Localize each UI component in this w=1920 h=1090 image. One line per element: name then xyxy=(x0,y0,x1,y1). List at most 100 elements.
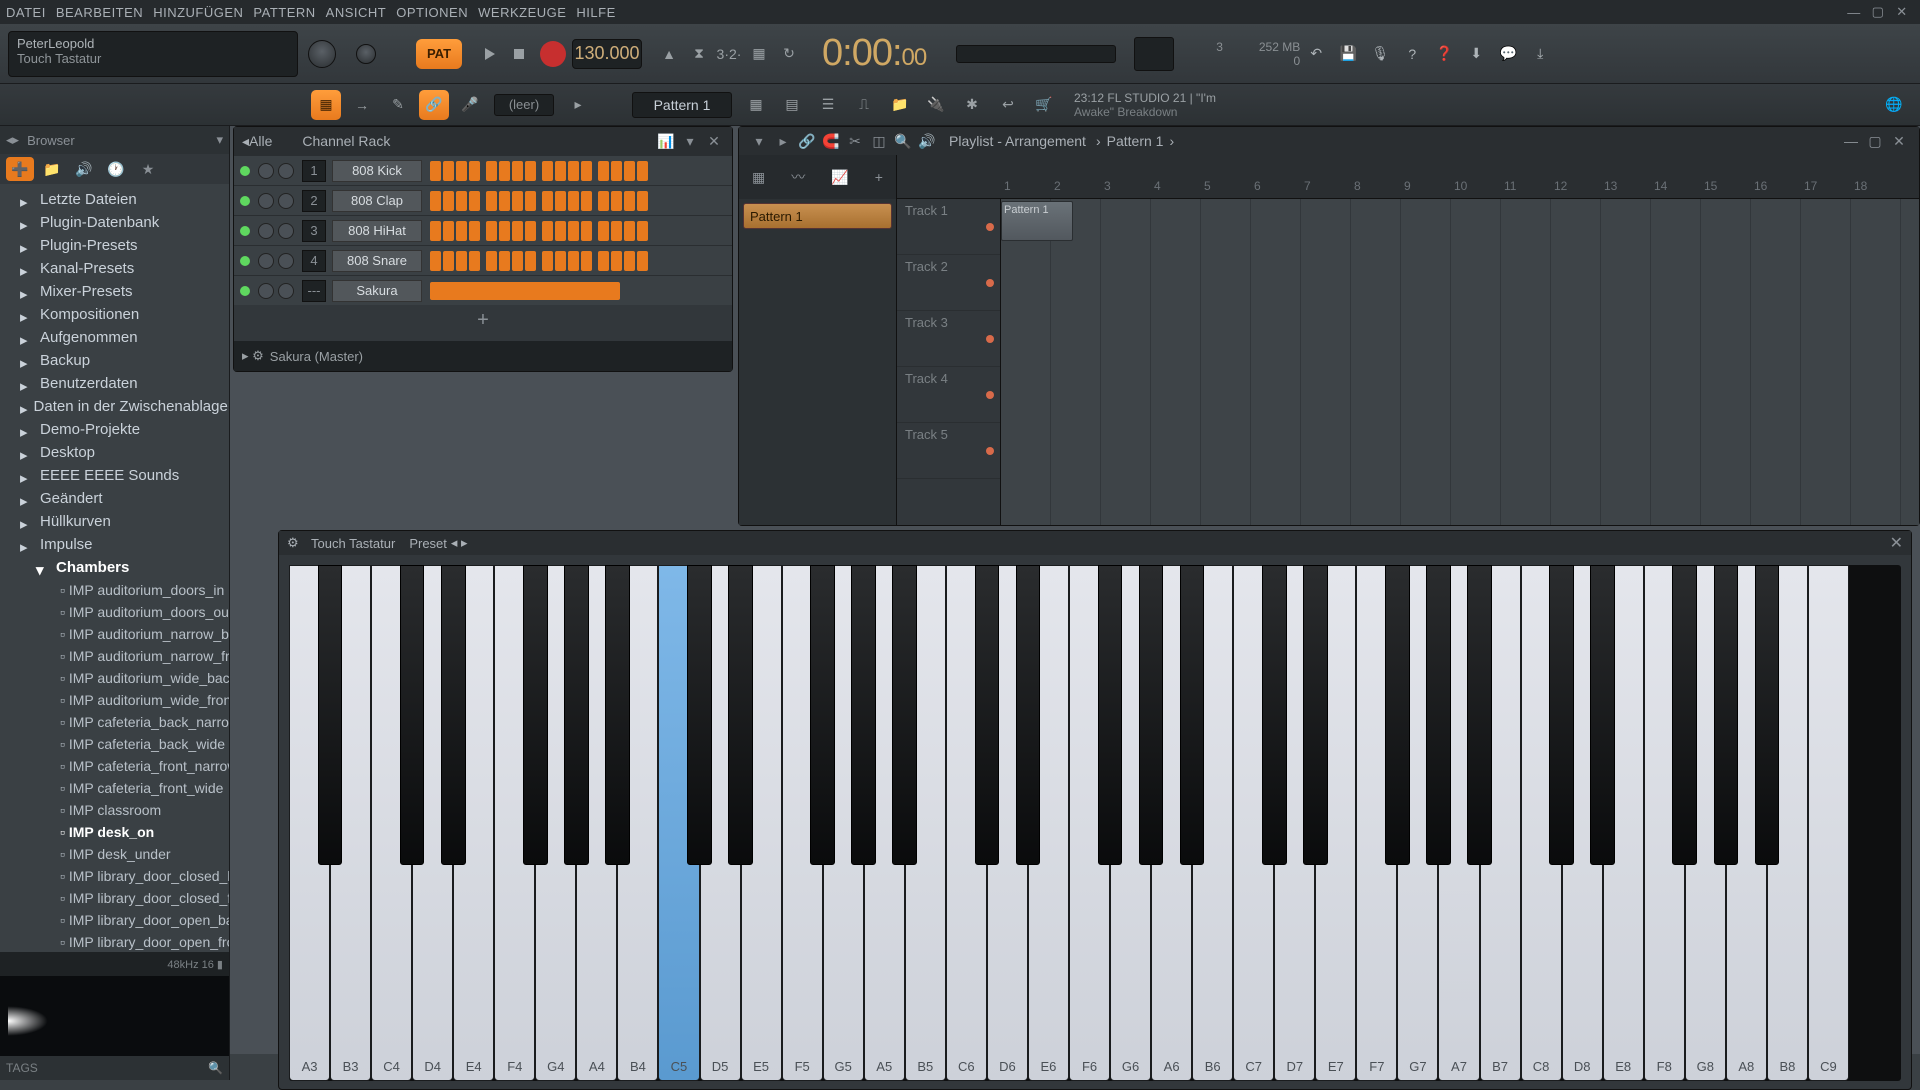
browser-subitem[interactable]: ▫ IMP auditorium_wide_front xyxy=(0,689,229,711)
browser-subitem[interactable]: ▫ IMP auditorium_doors_out xyxy=(0,601,229,623)
piano-black-key[interactable] xyxy=(1180,565,1205,865)
main-volume-knob[interactable] xyxy=(308,40,336,68)
browser-subitem[interactable]: ▫ IMP auditorium_narrow_back xyxy=(0,623,229,645)
menu-optionen[interactable]: OPTIONEN xyxy=(396,5,468,20)
piano-white-key-C9[interactable]: C9 xyxy=(1808,565,1849,1081)
song-progress[interactable] xyxy=(956,45,1116,63)
piano-black-key[interactable] xyxy=(1590,565,1615,865)
main-pitch-knob[interactable] xyxy=(356,44,376,64)
channel-rack-window[interactable]: ◂ Alle Channel Rack 📊 ▾ ✕ 1808 Kick2808 … xyxy=(233,126,733,372)
browser-clock-icon[interactable]: 🕐 xyxy=(102,157,130,181)
browser-star-icon[interactable]: ★ xyxy=(134,157,162,181)
browser-tree[interactable]: ▸Letzte Dateien▸Plugin-Datenbank▸Plugin-… xyxy=(0,184,229,952)
browser-item[interactable]: ▸Desktop xyxy=(0,441,229,464)
globe-icon[interactable]: 🌐 xyxy=(1879,90,1909,120)
piano-black-key[interactable] xyxy=(851,565,876,865)
sakura-wrapper-label[interactable]: ▸ ⚙ Sakura (Master) xyxy=(234,341,732,371)
link-button[interactable]: 🔗 xyxy=(419,90,449,120)
browser-add-icon[interactable]: ➕ xyxy=(6,157,34,181)
view-browser-button[interactable]: 📁 xyxy=(885,90,915,120)
piano-black-key[interactable] xyxy=(1385,565,1410,865)
playlist-button[interactable]: ▦ xyxy=(311,90,341,120)
keyboard-close-icon[interactable]: ✕ xyxy=(1890,533,1903,553)
playlist-maximize-icon[interactable]: ▢ xyxy=(1865,131,1885,151)
playlist-track-header[interactable]: Track 4 xyxy=(897,367,1000,423)
browser-subitem[interactable]: ▫ IMP auditorium_doors_in xyxy=(0,579,229,601)
channel-add-button[interactable]: + xyxy=(234,305,732,335)
browser-item[interactable]: ▸Daten in der Zwischenablage xyxy=(0,395,229,418)
menu-hinzufuegen[interactable]: HINZUFÜGEN xyxy=(153,5,243,20)
shop-button[interactable]: 🛒 xyxy=(1029,90,1059,120)
export-icon[interactable]: ⬇ xyxy=(1463,41,1489,67)
browser-item-chambers[interactable]: ▾Chambers xyxy=(0,556,229,579)
menu-bar[interactable]: DATEI BEARBEITEN HINZUFÜGEN PATTERN ANSI… xyxy=(0,0,1920,24)
window-maximize[interactable]: ▢ xyxy=(1866,2,1890,22)
tempo-display[interactable]: 130.000 xyxy=(572,39,642,69)
menu-bearbeiten[interactable]: BEARBEITEN xyxy=(56,5,143,20)
save-icon[interactable]: 💾 xyxy=(1335,41,1361,67)
pattern-song-switch[interactable]: PAT xyxy=(416,39,462,69)
browser-item[interactable]: ▸EEEE EEEE Sounds xyxy=(0,464,229,487)
piano-black-key[interactable] xyxy=(975,565,1000,865)
help-icon[interactable]: ❓ xyxy=(1431,41,1457,67)
piano-roll-button[interactable]: → xyxy=(347,90,377,120)
playlist-track-header[interactable]: Track 2 xyxy=(897,255,1000,311)
piano-black-key[interactable] xyxy=(1426,565,1451,865)
piano-black-key[interactable] xyxy=(1262,565,1287,865)
snap-play-button[interactable]: ▸ xyxy=(563,90,593,120)
metronome-icon[interactable]: ▲ xyxy=(656,41,682,67)
playlist-track-header[interactable]: Track 1 xyxy=(897,199,1000,255)
stop-button[interactable] xyxy=(506,41,532,67)
browser-subitem[interactable]: ▫ IMP desk_under xyxy=(0,843,229,865)
chanrack-graph-icon[interactable]: 📊 xyxy=(656,131,676,151)
playlist-window[interactable]: ▾ ▸ 🔗 🧲 ✂ ◫ 🔍 🔊 Playlist - Arrangement ›… xyxy=(738,126,1920,526)
piano-black-key[interactable] xyxy=(1467,565,1492,865)
browser-item[interactable]: ▸Geändert xyxy=(0,487,229,510)
piano-black-key[interactable] xyxy=(1098,565,1123,865)
playlist-zoom-icon[interactable]: 🔍 xyxy=(893,131,913,151)
menu-hilfe[interactable]: HILFE xyxy=(576,5,615,20)
touch-keyboard-window[interactable]: ⚙ Touch Tastatur Preset ◂ ▸ ✕ A3B3C4D4E4… xyxy=(278,530,1912,1090)
browser-folder-icon[interactable]: 📁 xyxy=(38,157,66,181)
piano-black-key[interactable] xyxy=(441,565,466,865)
piano-black-key[interactable] xyxy=(687,565,712,865)
browser-item[interactable]: ▸Plugin-Datenbank xyxy=(0,211,229,234)
piano-black-key[interactable] xyxy=(1755,565,1780,865)
browser-subitem[interactable]: ▫ IMP library_door_open_front xyxy=(0,931,229,952)
piano-black-key[interactable] xyxy=(892,565,917,865)
channel-row[interactable]: ---Sakura xyxy=(234,275,732,305)
mic-button[interactable]: 🎤 xyxy=(455,90,485,120)
channel-row[interactable]: 3808 HiHat xyxy=(234,215,732,245)
browser-item[interactable]: ▸Mixer-Presets xyxy=(0,280,229,303)
piano-black-key[interactable] xyxy=(1139,565,1164,865)
playlist-select-icon[interactable]: ◫ xyxy=(869,131,889,151)
browser-subitem[interactable]: ▫ IMP library_door_closed_back xyxy=(0,865,229,887)
piano-black-key[interactable] xyxy=(1672,565,1697,865)
browser-subitem[interactable]: ▫ IMP desk_on xyxy=(0,821,229,843)
record-button[interactable] xyxy=(540,41,566,67)
playlist-close-icon[interactable]: ✕ xyxy=(1889,131,1909,151)
keyboard-keys[interactable]: A3B3C4D4E4F4G4A4B4C5D5E5F5G5A5B5C6D6E6F6… xyxy=(289,565,1901,1081)
browser-item[interactable]: ▸Letzte Dateien xyxy=(0,188,229,211)
chanrack-close-icon[interactable]: ✕ xyxy=(704,131,724,151)
tempo-tap-button[interactable]: ✱ xyxy=(957,90,987,120)
close-all-button[interactable]: ↩ xyxy=(993,90,1023,120)
browser-subitem[interactable]: ▫ IMP cafeteria_back_wide xyxy=(0,733,229,755)
menu-werkzeuge[interactable]: WERKZEUGE xyxy=(478,5,566,20)
browser-subitem[interactable]: ▫ IMP library_door_open_back xyxy=(0,909,229,931)
playlist-speaker-icon[interactable]: 🔊 xyxy=(917,131,937,151)
piano-black-key[interactable] xyxy=(810,565,835,865)
info-icon[interactable]: ? xyxy=(1399,41,1425,67)
piano-black-key[interactable] xyxy=(400,565,425,865)
playlist-link-icon[interactable]: 🔗 xyxy=(797,131,817,151)
render-icon[interactable]: 🎙 xyxy=(1367,41,1393,67)
search-icon[interactable]: 🔍 xyxy=(208,1061,223,1075)
time-display[interactable]: 0:00:00 xyxy=(822,32,926,75)
playlist-pattern-sel[interactable]: Pattern 1 xyxy=(1107,133,1164,149)
browser-item[interactable]: ▸Demo-Projekte xyxy=(0,418,229,441)
channel-row[interactable]: 1808 Kick xyxy=(234,155,732,185)
keyboard-gear-icon[interactable]: ⚙ xyxy=(287,535,303,551)
browser-item[interactable]: ▸Benutzerdaten xyxy=(0,372,229,395)
step-icon[interactable]: ▦ xyxy=(746,41,772,67)
view-playlist-button[interactable]: ▦ xyxy=(741,90,771,120)
